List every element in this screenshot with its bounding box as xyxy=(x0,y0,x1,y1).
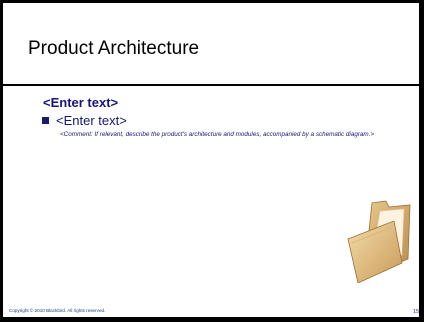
slide-title: Product Architecture xyxy=(28,38,200,59)
slide: Product Architecture <Enter text> <Enter… xyxy=(0,0,424,322)
bullet-text: <Enter text> xyxy=(56,113,127,128)
bullet-item: <Enter text> xyxy=(42,113,127,128)
title-area: Product Architecture xyxy=(3,3,419,85)
bullet-square-icon xyxy=(42,117,49,124)
folder-icon xyxy=(347,200,411,283)
comment-note: <Comment: If relevant, describe the prod… xyxy=(60,131,375,138)
title-divider xyxy=(3,84,419,86)
footer-copyright: Copyright © 2010 Blackbird. All rights r… xyxy=(9,308,106,313)
page-number: 15 xyxy=(413,309,420,315)
slide-canvas: Product Architecture <Enter text> <Enter… xyxy=(2,2,420,318)
content-heading: <Enter text> xyxy=(43,95,119,110)
